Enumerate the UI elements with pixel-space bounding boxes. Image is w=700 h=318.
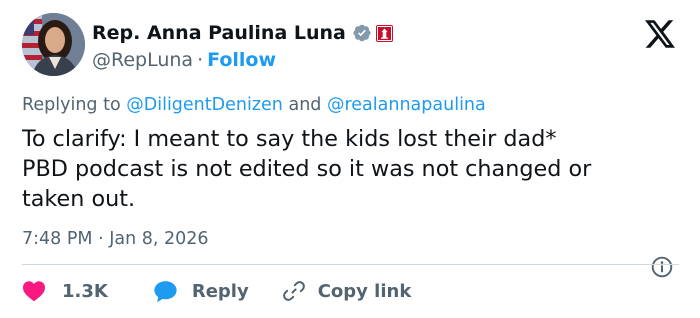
heart-icon: [23, 281, 45, 302]
tweet-text-line: PBD podcast is not edited so it was not …: [22, 156, 592, 182]
verified-badge-icon: [352, 23, 372, 43]
action-bar: 1.3K Reply Copy link: [22, 276, 411, 306]
x-logo-icon[interactable]: [645, 20, 675, 48]
avatar-photo: [22, 13, 85, 76]
like-count: 1.3K: [62, 280, 108, 302]
author-handle-line: @RepLuna · Follow: [92, 47, 276, 73]
tweet-text: To clarify: I meant to say the kids lost…: [22, 124, 692, 214]
reply-label: Reply: [191, 280, 249, 302]
like-button[interactable]: 1.3K: [22, 280, 108, 302]
copy-link-label: Copy link: [317, 280, 412, 302]
mention-link-realannapaulina[interactable]: @realannapaulina: [327, 95, 486, 115]
reply-prefix: Replying to: [22, 95, 121, 115]
mention-link-diligentdenizen[interactable]: @DiligentDenizen: [126, 95, 283, 115]
tweet-text-line: taken out.: [22, 186, 136, 212]
follow-button[interactable]: Follow: [207, 49, 276, 71]
tweet-text-line: To clarify: I meant to say the kids lost…: [22, 126, 557, 152]
avatar[interactable]: [22, 13, 85, 76]
separator-dot: ·: [197, 49, 204, 71]
author-name-line: Rep. Anna Paulina Luna: [92, 20, 393, 46]
divider: [22, 264, 679, 265]
info-icon[interactable]: [651, 256, 673, 278]
link-icon: [282, 281, 305, 301]
reply-button[interactable]: Reply: [153, 280, 249, 303]
tweet-timestamp[interactable]: 7:48 PM · Jan 8, 2026: [22, 228, 209, 250]
house-seal-icon: [375, 24, 393, 42]
reply-conjunction: and: [288, 95, 322, 115]
embedded-tweet-card: Rep. Anna Paulina Luna @RepLuna · Follow R…: [0, 0, 700, 318]
speech-bubble-icon: [154, 280, 177, 302]
copy-link-button[interactable]: Copy link: [282, 279, 412, 303]
reply-context: Replying to @DiligentDenizen and @realan…: [22, 94, 486, 116]
author-handle[interactable]: @RepLuna: [92, 49, 193, 71]
author-display-name[interactable]: Rep. Anna Paulina Luna: [92, 20, 346, 46]
